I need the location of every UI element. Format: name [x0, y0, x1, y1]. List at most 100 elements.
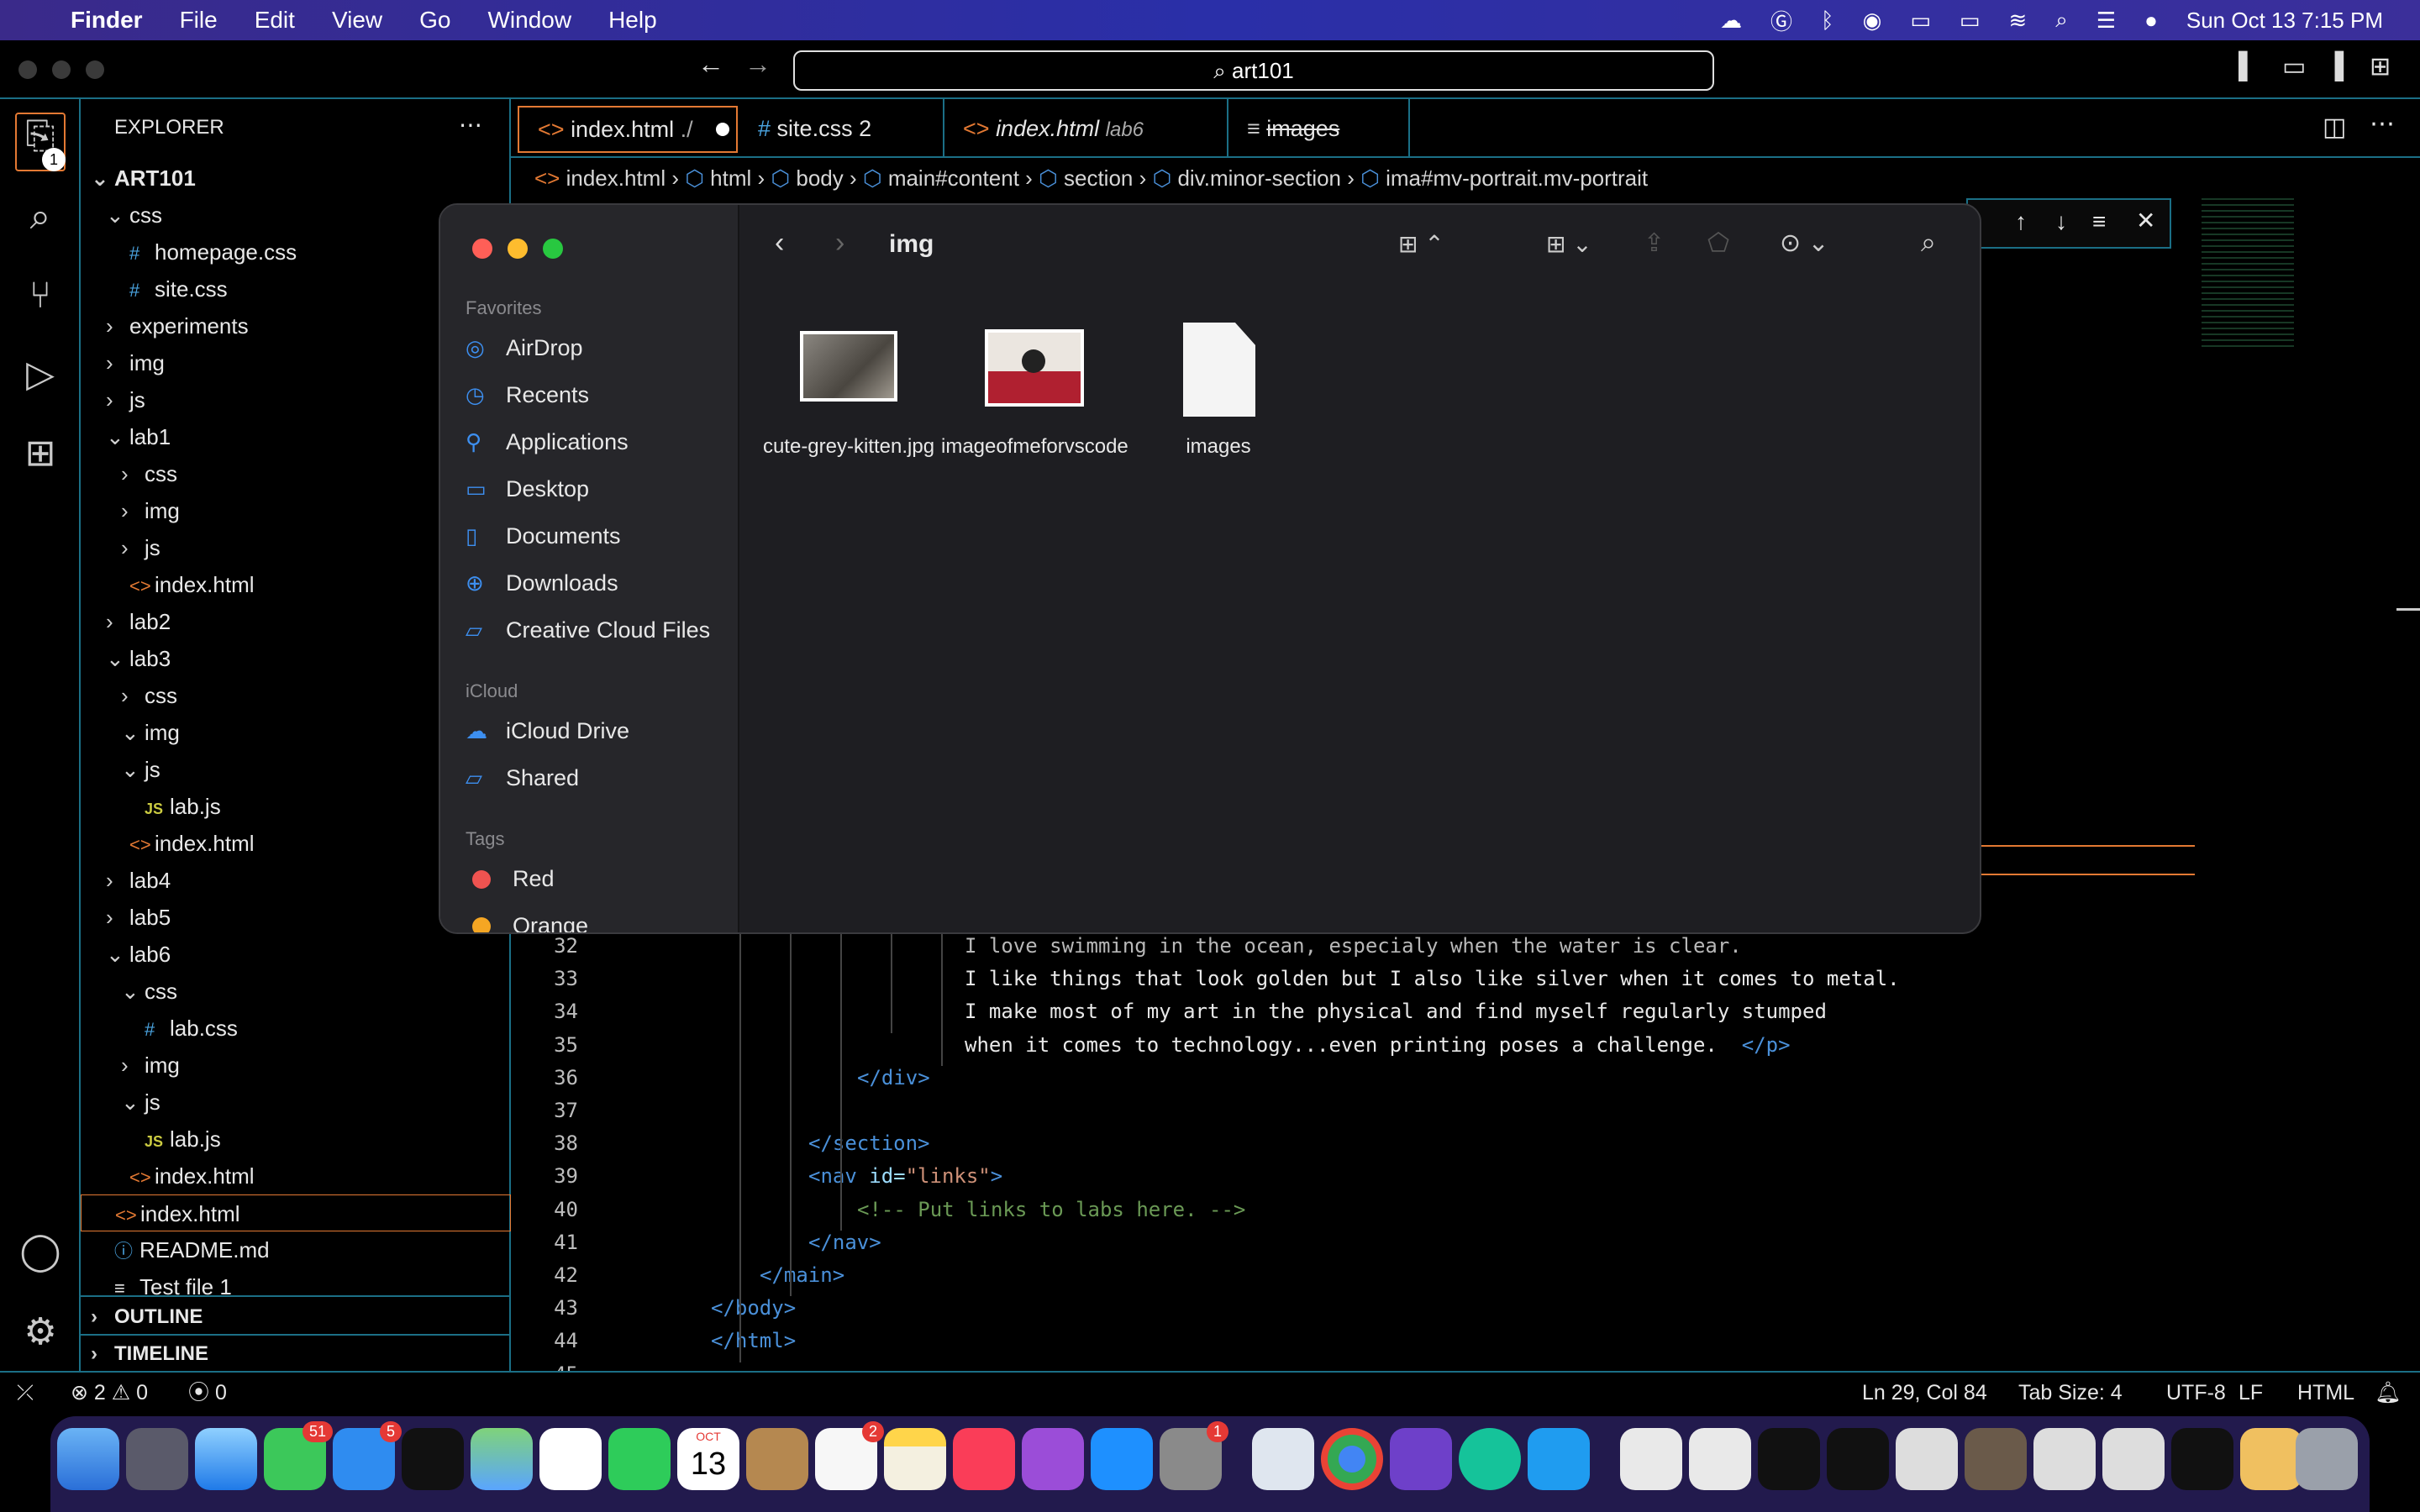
finder-sidebar-item[interactable]: ▱ Shared — [466, 756, 579, 800]
tab-index-html-lab6[interactable]: <> index.html lab6 — [944, 99, 1228, 158]
toggle-secondary-sidebar-icon[interactable]: ▐ — [2326, 52, 2344, 81]
menu-file[interactable]: File — [180, 7, 218, 34]
recent-item-dock-icon[interactable] — [2171, 1428, 2233, 1490]
recent-item-dock-icon[interactable] — [1758, 1428, 1820, 1490]
breadcrumb-item[interactable]: section — [1064, 165, 1133, 191]
tree-item[interactable]: ⌄ lab3 — [106, 640, 171, 677]
tree-item[interactable]: <> index.html — [121, 1158, 255, 1194]
control-center-icon[interactable]: ☰ — [2096, 8, 2116, 34]
file-label[interactable]: images — [1126, 435, 1311, 459]
file-label[interactable]: cute-grey-kitten.jpg — [756, 435, 941, 459]
explorer-icon[interactable]: ⎘ 1 — [15, 113, 66, 171]
finder-sidebar-item[interactable]: ⚲ Applications — [466, 420, 629, 464]
problems-status[interactable]: ⊗ 2 ⚠ 0 — [71, 1373, 148, 1413]
finder-sidebar-item[interactable]: ▯ Documents — [466, 514, 621, 558]
pdf-document-dock-icon[interactable] — [1620, 1428, 1682, 1490]
vscode-dock-icon[interactable] — [1528, 1428, 1590, 1490]
menu-help[interactable]: Help — [608, 7, 657, 34]
finder-dock-icon[interactable] — [57, 1428, 119, 1490]
recent-item-dock-icon[interactable] — [1965, 1428, 2027, 1490]
tag-item[interactable]: Orange — [472, 904, 588, 932]
calendar-dock-icon[interactable]: OCT 13 — [677, 1428, 739, 1490]
chrome-dock-icon[interactable] — [1321, 1428, 1383, 1490]
finder-close-button[interactable] — [472, 239, 492, 259]
facetime-dock-icon[interactable] — [608, 1428, 671, 1490]
tree-item[interactable]: › js — [106, 381, 145, 418]
window-zoom-button[interactable] — [86, 60, 104, 79]
forward-arrow-icon[interactable]: → — [744, 49, 771, 80]
window-minimize-button[interactable] — [52, 60, 71, 79]
tab-images[interactable]: ≡ images — [1228, 99, 1410, 158]
unsaved-dot-icon[interactable] — [716, 123, 729, 136]
finder-forward-icon[interactable]: › — [835, 227, 844, 260]
docx-document-dock-icon[interactable] — [1689, 1428, 1751, 1490]
tree-item[interactable]: › lab4 — [106, 862, 171, 899]
music-dock-icon[interactable] — [953, 1428, 1015, 1490]
share-icon[interactable]: ⇪ — [1644, 228, 1665, 258]
reminders-dock-icon[interactable]: 2 — [815, 1421, 884, 1490]
finder-search-icon[interactable]: ⌕ — [1921, 227, 1936, 259]
end-of-line[interactable]: LF — [2238, 1373, 2263, 1413]
safari-dock-icon[interactable] — [195, 1428, 257, 1490]
menubar-clock[interactable]: Sun Oct 13 7:15 PM — [2186, 8, 2383, 34]
tree-item[interactable]: ⓘ README.md — [106, 1231, 270, 1268]
kitten-thumbnail[interactable] — [800, 331, 897, 402]
tag-item[interactable]: Red — [472, 857, 555, 900]
finder-minimize-button[interactable] — [508, 239, 528, 259]
finder-sidebar-item[interactable]: ◷ Recents — [466, 373, 589, 417]
tree-item[interactable]: › img — [121, 1047, 180, 1084]
grammarly-dock-icon[interactable] — [1459, 1428, 1521, 1490]
grammarly-icon[interactable]: Ⓖ — [1770, 5, 1792, 36]
tree-item[interactable]: › img — [106, 344, 165, 381]
back-arrow-icon[interactable]: ← — [697, 49, 724, 80]
tree-item[interactable]: › img — [121, 492, 180, 529]
more-actions-icon[interactable]: ⋯ — [459, 111, 482, 139]
editor-more-actions-icon[interactable]: ⋯ — [2370, 109, 2395, 139]
tree-item[interactable]: # site.css — [121, 270, 228, 307]
trash-dock-icon[interactable] — [2296, 1428, 2358, 1490]
finder-sidebar-item[interactable]: ▱ Creative Cloud Files — [466, 608, 710, 652]
messages-dock-icon[interactable]: 51 — [264, 1421, 333, 1490]
photos-dock-icon[interactable] — [539, 1428, 602, 1490]
menu-edit[interactable]: Edit — [255, 7, 295, 34]
minimap[interactable] — [2202, 198, 2294, 349]
tree-item[interactable]: <> index.html — [121, 566, 255, 603]
preview-dock-icon[interactable] — [1252, 1428, 1314, 1490]
menu-go[interactable]: Go — [419, 7, 450, 34]
tree-item[interactable]: › lab2 — [106, 603, 171, 640]
tree-item[interactable]: › experiments — [106, 307, 249, 344]
tree-item[interactable]: ⌄ css — [106, 197, 162, 234]
outline-section-header[interactable]: › OUTLINE — [91, 1299, 203, 1336]
notifications-icon[interactable]: 🔔︎ — [2375, 1373, 2402, 1413]
breadcrumb-item[interactable]: div.minor-section — [1177, 165, 1341, 191]
split-editor-icon[interactable]: ◫ — [2323, 113, 2346, 142]
finder-back-icon[interactable]: ‹ — [775, 227, 784, 260]
recent-item-dock-icon[interactable] — [2102, 1428, 2165, 1490]
finder-sidebar-item[interactable]: ⊕ Downloads — [466, 561, 618, 605]
finder-zoom-button[interactable] — [543, 239, 563, 259]
contacts-dock-icon[interactable] — [746, 1428, 808, 1490]
finder-sidebar-item[interactable]: ▭ Desktop — [466, 467, 589, 511]
ports-status[interactable]: ⦿ 0 — [188, 1373, 227, 1413]
tree-item[interactable]: JS lab.js — [136, 1121, 221, 1158]
finder-sidebar-item[interactable]: ☁ iCloud Drive — [466, 709, 629, 753]
recent-item-dock-icon[interactable] — [2033, 1428, 2096, 1490]
language-mode[interactable]: HTML — [2297, 1373, 2354, 1413]
close-find-icon[interactable]: ✕ — [2136, 207, 2155, 234]
settings-gear-icon[interactable]: ⚙ — [18, 1310, 62, 1354]
scrollbar-thumb[interactable] — [2396, 608, 2420, 611]
tab-index-html-root[interactable]: <> index.html ./ — [518, 106, 738, 153]
breadcrumb-item[interactable]: index.html — [566, 165, 666, 191]
tree-item[interactable]: # lab.css — [136, 1010, 238, 1047]
window-close-button[interactable] — [18, 60, 37, 79]
breadcrumb-item[interactable]: main#content — [888, 165, 1019, 191]
notes-dock-icon[interactable] — [884, 1428, 946, 1490]
tree-item[interactable]: › css — [121, 455, 177, 492]
tree-item[interactable]: ⌄ img — [121, 714, 180, 751]
previous-match-icon[interactable]: ↑ — [2015, 208, 2027, 235]
run-debug-icon[interactable]: ▷ — [18, 353, 62, 396]
toggle-sidebar-icon[interactable]: ▌ — [2238, 52, 2256, 81]
group-by-icon[interactable]: ⊞ ⌄ — [1546, 230, 1592, 258]
creative-cloud-icon[interactable]: ☁ — [1720, 8, 1742, 34]
next-match-icon[interactable]: ↓ — [2055, 208, 2067, 235]
